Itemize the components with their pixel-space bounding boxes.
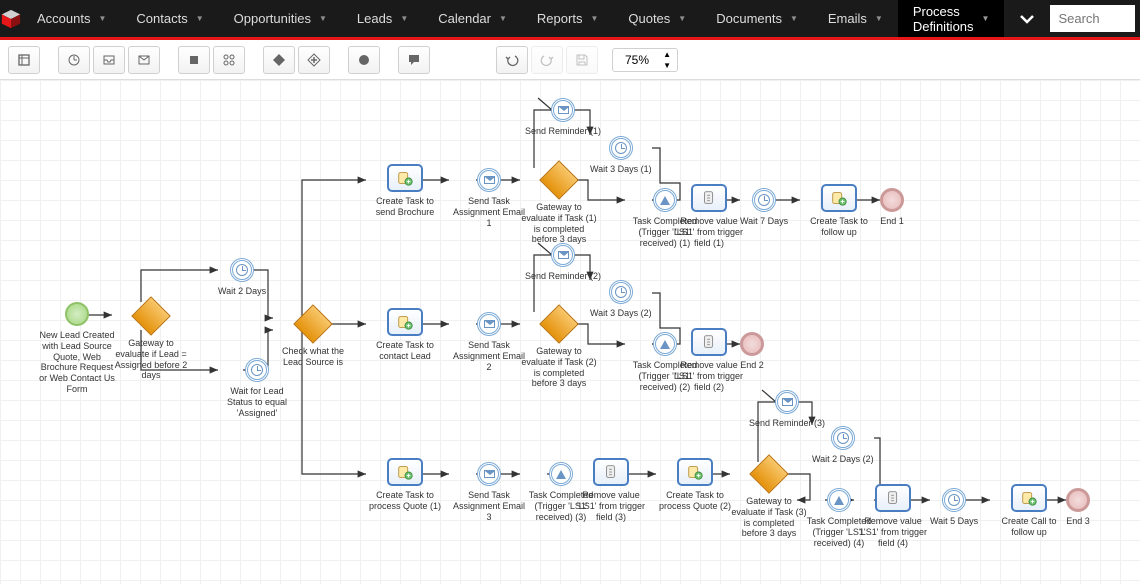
nav-item-opportunities[interactable]: Opportunities▼ — [219, 0, 342, 37]
nav-item-emails[interactable]: Emails▼ — [813, 0, 898, 37]
tool-diamond-plus[interactable] — [298, 46, 330, 74]
mail-reminder-2[interactable]: Send Reminder (2) — [525, 243, 601, 282]
timer-wait-5d[interactable]: Wait 5 Days — [930, 488, 978, 527]
chevron-down-icon: ▼ — [678, 14, 686, 23]
mail-reminder-1[interactable]: Send Reminder (1) — [525, 98, 601, 137]
app-logo[interactable] — [0, 0, 22, 39]
top-nav: Accounts▼Contacts▼Opportunities▼Leads▼Ca… — [0, 0, 1140, 40]
process-canvas[interactable]: New Lead Created with Lead Source Quote,… — [0, 80, 1140, 584]
chevron-down-icon: ▼ — [790, 14, 798, 23]
nav-item-leads[interactable]: Leads▼ — [342, 0, 423, 37]
tool-stop[interactable] — [178, 46, 210, 74]
end-event-2[interactable]: End 2 — [740, 332, 764, 371]
search-input[interactable] — [1050, 5, 1135, 32]
chevron-down-icon: ▼ — [98, 14, 106, 23]
task-call-followup[interactable]: Create Call to follow up — [990, 484, 1068, 538]
tool-timer[interactable] — [58, 46, 90, 74]
task-remove-value-2[interactable]: Remove value 'LS1' from trigger field (2… — [670, 328, 748, 392]
chevron-down-icon: ▼ — [196, 14, 204, 23]
task-followup[interactable]: Create Task to follow up — [800, 184, 878, 238]
tool-envelope[interactable] — [128, 46, 160, 74]
tool-gear[interactable] — [213, 46, 245, 74]
tool-cube[interactable] — [8, 46, 40, 74]
zoom-control[interactable]: 75%▲▼ — [612, 48, 678, 72]
tool-circle[interactable] — [348, 46, 380, 74]
gateway-eval-2[interactable]: Gateway to evaluate if Task (2) is compl… — [520, 310, 598, 389]
nav-item-accounts[interactable]: Accounts▼ — [22, 0, 121, 37]
chevron-down-icon: ▼ — [319, 14, 327, 23]
chevron-down-icon: ▼ — [400, 14, 408, 23]
nav-item-documents[interactable]: Documents▼ — [701, 0, 813, 37]
mail-email-1[interactable]: Send Task Assignment Email 1 — [450, 168, 528, 228]
zoom-value: 75% — [625, 53, 649, 67]
task-process-quote-2[interactable]: Create Task to process Quote (2) — [656, 458, 734, 512]
nav-items: Accounts▼Contacts▼Opportunities▼Leads▼Ca… — [22, 0, 1004, 37]
end-event-1[interactable]: End 1 — [880, 188, 904, 227]
end-event-3[interactable]: End 3 — [1066, 488, 1090, 527]
tool-diamond-fill[interactable] — [263, 46, 295, 74]
gateway-eval-3[interactable]: Gateway to evaluate if Task (3) is compl… — [730, 460, 808, 539]
nav-item-process-definitions[interactable]: Process Definitions▼ — [898, 0, 1005, 37]
mail-reminder-3[interactable]: Send Reminder (3) — [749, 390, 825, 429]
nav-overflow-button[interactable] — [1004, 11, 1050, 27]
gateway-check-source[interactable]: Check what the Lead Source is — [274, 310, 352, 368]
tool-comment[interactable] — [398, 46, 430, 74]
mail-email-3[interactable]: Send Task Assignment Email 3 — [450, 462, 528, 522]
search-box — [1050, 5, 1135, 32]
timer-wait-2-days[interactable]: Wait 2 Days — [218, 258, 266, 297]
start-event[interactable]: New Lead Created with Lead Source Quote,… — [38, 302, 116, 395]
timer-wait-7d[interactable]: Wait 7 Days — [740, 188, 788, 227]
nav-item-contacts[interactable]: Contacts▼ — [121, 0, 218, 37]
chevron-down-icon: ▼ — [982, 14, 990, 23]
editor-toolbar: 75%▲▼ — [0, 40, 1140, 80]
chevron-down-icon: ▼ — [499, 14, 507, 23]
task-remove-value-3[interactable]: Remove value 'LS1' from trigger field (3… — [572, 458, 650, 522]
nav-item-quotes[interactable]: Quotes▼ — [613, 0, 701, 37]
task-remove-value-1[interactable]: Remove value 'LS1' from trigger field (1… — [670, 184, 748, 248]
timer-wait-2d-2[interactable]: Wait 2 Days (2) — [812, 426, 874, 465]
task-remove-value-4[interactable]: Remove value 'LS1' from trigger field (4… — [854, 484, 932, 548]
timer-wait-3d-1[interactable]: Wait 3 Days (1) — [590, 136, 652, 175]
gateway-lead-assigned[interactable]: Gateway to evaluate if Lead = Assigned b… — [112, 302, 190, 381]
redo-button[interactable] — [531, 46, 563, 74]
nav-item-calendar[interactable]: Calendar▼ — [423, 0, 522, 37]
undo-button[interactable] — [496, 46, 528, 74]
chevron-down-icon: ▼ — [875, 14, 883, 23]
chevron-down-icon: ▼ — [590, 14, 598, 23]
gateway-eval-1[interactable]: Gateway to evaluate if Task (1) is compl… — [520, 166, 598, 245]
nav-item-reports[interactable]: Reports▼ — [522, 0, 613, 37]
mail-email-2[interactable]: Send Task Assignment Email 2 — [450, 312, 528, 372]
tool-inbox[interactable] — [93, 46, 125, 74]
task-send-brochure[interactable]: Create Task to send Brochure — [366, 164, 444, 218]
timer-wait-3d-2[interactable]: Wait 3 Days (2) — [590, 280, 652, 319]
task-contact-lead[interactable]: Create Task to contact Lead — [366, 308, 444, 362]
task-process-quote-1[interactable]: Create Task to process Quote (1) — [366, 458, 444, 512]
save-button[interactable] — [566, 46, 598, 74]
